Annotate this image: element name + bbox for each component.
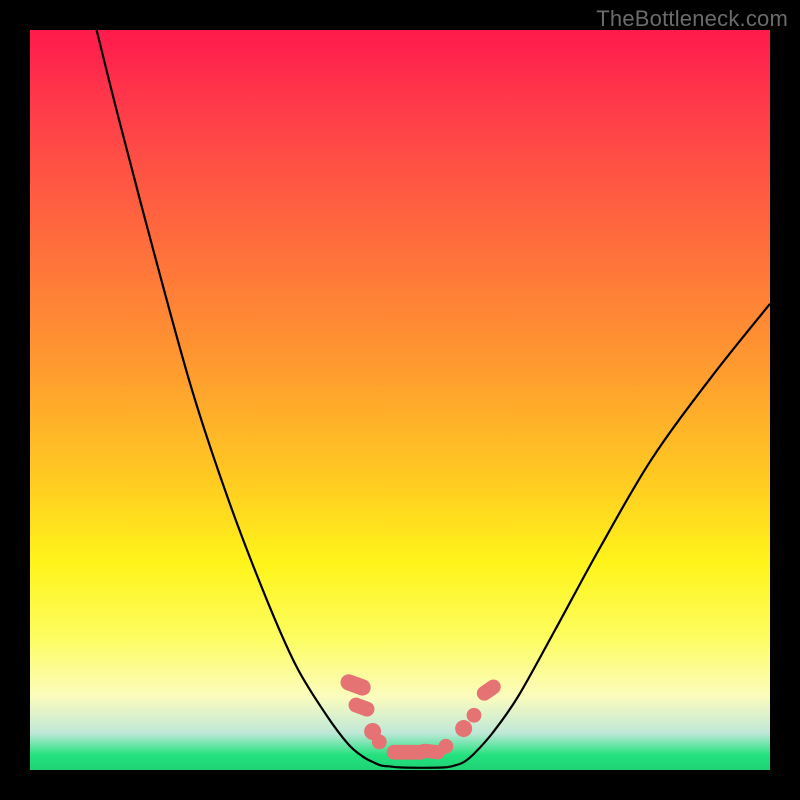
marker-circle: [372, 734, 387, 749]
marker-stadium: [346, 696, 376, 719]
marker-stadium: [474, 677, 504, 704]
bottom-flat-curve: [389, 766, 452, 768]
right-curve: [452, 304, 770, 767]
marker-stadium: [338, 672, 373, 698]
watermark-text: TheBottleneck.com: [596, 6, 788, 32]
marker-group: [338, 672, 503, 760]
marker-circle: [438, 739, 453, 754]
left-curve: [97, 30, 389, 766]
plot-area: [30, 30, 770, 770]
marker-circle: [467, 708, 482, 723]
outer-frame: TheBottleneck.com: [0, 0, 800, 800]
chart-svg: [30, 30, 770, 770]
marker-circle: [455, 720, 472, 737]
